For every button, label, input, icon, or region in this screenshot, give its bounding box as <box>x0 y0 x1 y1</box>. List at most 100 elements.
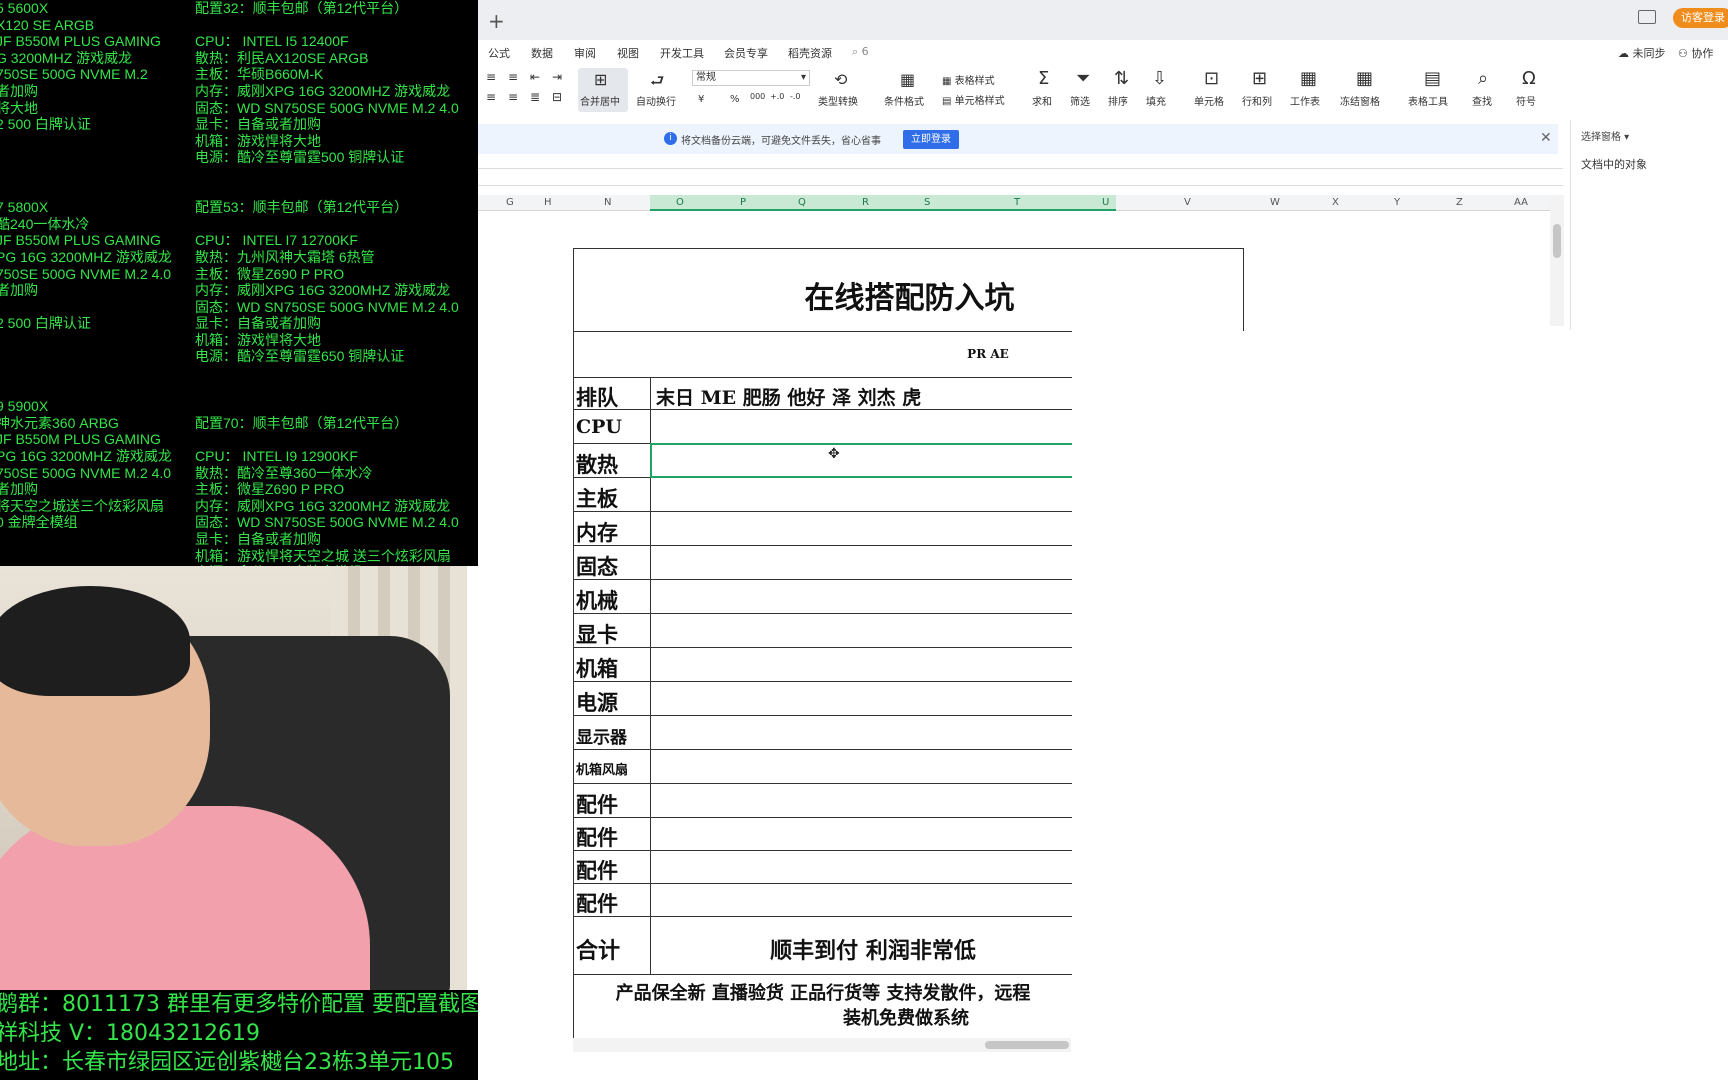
freeze-panes-button[interactable]: ▦ 冻结窗格 <box>1338 68 1394 112</box>
align-middle-icon[interactable]: ≡ <box>508 70 518 84</box>
find-button[interactable]: ⌕ 查找 <box>1470 68 1506 112</box>
new-tab-button[interactable]: + <box>488 9 505 33</box>
row-col-button[interactable]: ⊞ 行和列 <box>1240 68 1282 112</box>
component-row[interactable]: 配件 <box>574 883 1072 917</box>
active-cell[interactable] <box>650 443 1072 478</box>
total-row[interactable]: 合计 顺丰到付 利润非常低 <box>574 916 1072 975</box>
col-header[interactable]: R <box>862 197 869 208</box>
sort-button[interactable]: ⇅ 排序 <box>1106 68 1138 112</box>
conditional-format-button[interactable]: ▦ 条件格式 <box>882 68 938 112</box>
table-style-button[interactable]: ▦ 表格样式 <box>942 72 995 87</box>
decimal-decrease-button[interactable]: -.0 <box>790 92 801 101</box>
sum-label: 求和 <box>1032 97 1052 108</box>
login-now-button[interactable]: 立即登录 <box>903 130 959 149</box>
component-row[interactable]: 配件 <box>574 783 1072 818</box>
menu-view[interactable]: 视图 <box>617 45 639 61</box>
horizontal-scrollbar[interactable] <box>573 1038 1071 1052</box>
row-label: 散热 <box>576 451 618 477</box>
align-right-icon[interactable]: ≡ <box>508 90 518 104</box>
component-row[interactable]: 固态 <box>574 545 1072 580</box>
percent-button[interactable]: % <box>730 94 740 105</box>
pane-title[interactable]: 选择窗格 ▾ <box>1581 128 1629 143</box>
type-convert-button[interactable]: ⟲ 类型转换 <box>814 68 874 112</box>
col-header[interactable]: V <box>1184 197 1191 208</box>
scroll-thumb[interactable] <box>1553 224 1561 258</box>
row-label: 合计 <box>576 938 621 964</box>
queue-row[interactable]: 排队 末日 ME 肥肠 他好 泽 刘杰 虎 <box>574 377 1072 410</box>
justify-icon[interactable]: ≣ <box>530 90 540 104</box>
subheader-row[interactable]: PR AE <box>574 331 1072 377</box>
align-center-icon[interactable]: ≡ <box>486 70 496 84</box>
fill-button[interactable]: ⇩ 填充 <box>1144 68 1176 112</box>
table-tools-button[interactable]: ▤ 表格工具 <box>1406 68 1462 112</box>
number-format-select[interactable]: 常规 ▾ <box>692 70 810 86</box>
col-header[interactable]: H <box>544 197 552 208</box>
component-row[interactable]: 主板 <box>574 477 1072 512</box>
footer-row[interactable]: 产品保全新 直播验货 正品行货等 支持发散件，远程 装机免费做系统 <box>574 974 1072 1030</box>
menu-docer[interactable]: 稻壳资源 <box>788 45 832 61</box>
menu-formula[interactable]: 公式 <box>488 45 510 61</box>
col-header[interactable]: Y <box>1394 197 1400 208</box>
filter-button[interactable]: ⏷ 筛选 <box>1068 68 1100 112</box>
menu-data[interactable]: 数据 <box>531 45 553 61</box>
config-table: PR AE 排队 末日 ME 肥肠 他好 泽 刘杰 虎 CPU 散热 主板 内存 固态 机械 显卡… <box>573 331 1072 1051</box>
cell-style-label: 单元格样式 <box>954 96 1005 107</box>
menu-member[interactable]: 会员专享 <box>724 45 768 61</box>
menu-review[interactable]: 审阅 <box>574 45 596 61</box>
col-header[interactable]: S <box>924 197 930 208</box>
sync-status[interactable]: ☁ 未同步 <box>1618 45 1666 61</box>
menu-devtools[interactable]: 开发工具 <box>660 45 704 61</box>
col-header[interactable]: T <box>1014 197 1020 208</box>
align-left-icon[interactable]: ≡ <box>486 90 496 104</box>
close-icon[interactable]: ✕ <box>1540 130 1552 146</box>
component-row[interactable]: 配件 <box>574 850 1072 884</box>
component-row[interactable]: CPU <box>574 409 1072 444</box>
vertical-scrollbar[interactable] <box>1550 196 1564 326</box>
col-header[interactable]: U <box>1102 197 1109 208</box>
cell-button[interactable]: ⊡ 单元格 <box>1192 68 1234 112</box>
search-icon[interactable]: ⌕ 6 <box>852 45 869 59</box>
component-row[interactable]: 机箱风扇 <box>574 749 1072 784</box>
scroll-thumb[interactable] <box>985 1041 1069 1049</box>
worksheet-button[interactable]: ▦ 工作表 <box>1288 68 1330 112</box>
distribute-icon[interactable]: ⊟ <box>552 90 562 104</box>
currency-button[interactable]: ¥ <box>698 94 704 105</box>
col-header[interactable]: AA <box>1514 197 1528 208</box>
col-header[interactable]: Z <box>1456 197 1463 208</box>
col-header[interactable]: P <box>740 197 746 208</box>
cell-divider <box>650 917 651 975</box>
formula-bar[interactable] <box>478 168 1563 186</box>
component-row[interactable]: 显示器 <box>574 715 1072 750</box>
thousands-button[interactable]: 000 <box>750 92 765 101</box>
col-header[interactable]: Q <box>798 197 806 208</box>
title-cell[interactable]: 在线搭配防入坑 <box>573 248 1244 331</box>
wrap-text-button[interactable]: ⮐ 自动换行 <box>636 68 682 112</box>
component-row[interactable]: 内存 <box>574 511 1072 546</box>
component-row[interactable]: 电源 <box>574 681 1072 716</box>
col-header[interactable]: O <box>676 197 684 208</box>
symbol-button[interactable]: Ω 符号 <box>1514 68 1550 112</box>
row-label: CPU <box>576 415 622 438</box>
col-header[interactable]: N <box>604 197 611 208</box>
component-row[interactable]: 配件 <box>574 817 1072 851</box>
merge-center-button[interactable]: ⊞ 合并居中 <box>578 68 628 112</box>
component-row[interactable]: 机箱 <box>574 647 1072 682</box>
config-line: 主板：华硕B660M-K <box>195 66 324 83</box>
indent-increase-icon[interactable]: ⇥ <box>552 70 562 84</box>
component-row[interactable]: 机械 <box>574 579 1072 614</box>
config-line: 者加购 <box>0 481 38 498</box>
cell-style-button[interactable]: ▤ 单元格样式 <box>942 92 1005 107</box>
col-header[interactable]: W <box>1270 197 1280 208</box>
col-header[interactable]: G <box>506 197 514 208</box>
guest-login-button[interactable]: 访客登录 <box>1673 8 1728 28</box>
col-header[interactable]: X <box>1332 197 1339 208</box>
component-row[interactable]: 显卡 <box>574 613 1072 648</box>
config-line: 将大地 <box>0 99 38 116</box>
decimal-increase-button[interactable]: +.0 <box>770 92 784 101</box>
config-line: 内存：威刚XPG 16G 3200MHZ 游戏威龙 <box>195 282 451 299</box>
collab-button[interactable]: ⚇ 协作 <box>1678 45 1713 61</box>
sum-button[interactable]: Σ 求和 <box>1030 68 1062 112</box>
indent-decrease-icon[interactable]: ⇤ <box>530 70 540 84</box>
cond-format-label: 条件格式 <box>884 97 924 108</box>
reading-mode-icon[interactable] <box>1638 10 1656 24</box>
